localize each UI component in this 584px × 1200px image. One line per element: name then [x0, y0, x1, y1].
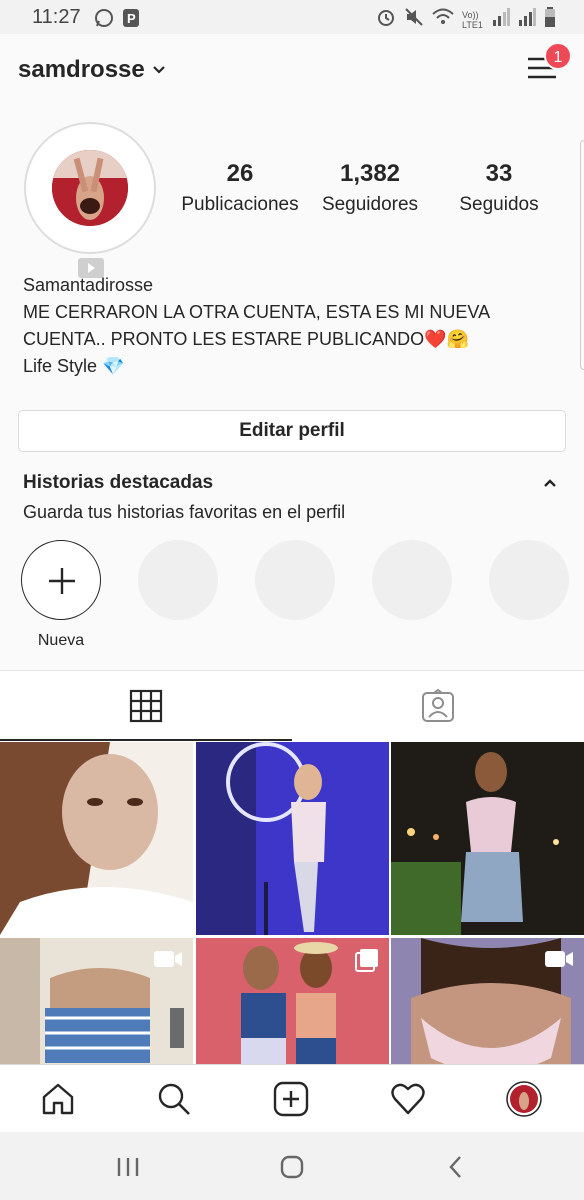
highlights-title: Historias destacadas: [23, 472, 214, 493]
new-highlight-button[interactable]: [21, 540, 101, 620]
status-time: 11:27: [32, 6, 81, 28]
post-tile[interactable]: [196, 742, 389, 935]
home-button[interactable]: [40, 1081, 76, 1117]
heart-icon: [391, 1083, 425, 1115]
avatar[interactable]: [24, 122, 156, 278]
notification-badge: 1: [544, 42, 572, 70]
post-tile[interactable]: [391, 742, 584, 935]
parking-icon: P: [122, 8, 140, 33]
stat-posts[interactable]: 26 Publicaciones: [175, 160, 305, 216]
network-label: Vo)) LTE1: [462, 9, 483, 30]
activity-button[interactable]: [390, 1081, 426, 1117]
new-post-button[interactable]: [273, 1081, 309, 1117]
wifi-icon: [432, 7, 454, 32]
tab-tagged[interactable]: [292, 671, 584, 741]
tagged-person-icon: [422, 689, 454, 722]
bottom-nav: [0, 1064, 584, 1132]
highlight-placeholder: [489, 540, 569, 620]
plus-icon: [49, 568, 75, 594]
back-button[interactable]: [441, 1152, 471, 1182]
chevron-down-icon[interactable]: [152, 62, 166, 80]
signal-icon: [492, 8, 510, 31]
signal-icon-2: [518, 8, 536, 31]
post-photo: [196, 742, 389, 935]
video-icon: [544, 948, 574, 975]
highlight-placeholder: [138, 540, 218, 620]
profile-nav-button[interactable]: [506, 1081, 542, 1117]
chevron-up-icon[interactable]: [542, 476, 558, 494]
video-icon: [153, 948, 183, 975]
whatsapp-icon: [94, 8, 114, 33]
search-icon: [158, 1083, 190, 1115]
recent-apps-icon: [117, 1158, 139, 1176]
recent-apps-button[interactable]: [113, 1152, 143, 1182]
post-photo: [0, 742, 193, 935]
display-name: Samantadirosse: [23, 275, 154, 295]
back-icon: [449, 1156, 461, 1178]
profile-header: samdrosse 1: [0, 34, 584, 104]
highlight-placeholder: [372, 540, 452, 620]
stat-posts-value: 26: [226, 160, 254, 187]
stat-followers[interactable]: 1,382 Seguidores: [305, 160, 435, 216]
active-tab-indicator: [0, 739, 292, 741]
status-bar: 11:27 P Vo)) LTE1: [0, 0, 584, 34]
highlight-placeholder: [255, 540, 335, 620]
post-tile[interactable]: [196, 938, 389, 1064]
carousel-icon: [355, 948, 379, 977]
stat-following-label: Seguidos: [459, 194, 539, 215]
home-circle-icon: [280, 1155, 304, 1179]
post-photo: [391, 742, 584, 935]
post-tile[interactable]: [391, 938, 584, 1064]
post-tile[interactable]: [0, 938, 193, 1064]
mute-icon: [404, 7, 424, 32]
new-highlight-label: Nueva: [37, 632, 85, 649]
avatar-photo: [52, 150, 128, 226]
bio-line: Life Style 💎: [23, 356, 125, 376]
add-post-icon: [273, 1081, 309, 1117]
profile-tabs: [0, 670, 584, 741]
stat-following-value: 33: [485, 160, 513, 187]
scrollbar[interactable]: [580, 140, 584, 370]
post-tile[interactable]: [0, 742, 193, 935]
home-icon: [42, 1083, 74, 1115]
posts-grid: [0, 742, 584, 1064]
edit-profile-button[interactable]: Editar perfil: [18, 410, 566, 452]
stat-followers-label: Seguidores: [321, 194, 419, 215]
stat-posts-label: Publicaciones: [181, 194, 299, 215]
profile-avatar-icon: [506, 1081, 542, 1117]
stat-following[interactable]: 33 Seguidos: [434, 160, 564, 216]
bio-line: ME CERRARON LA OTRA CUENTA, ESTA ES MI N…: [23, 302, 491, 322]
battery-icon: [544, 7, 556, 32]
stat-followers-value: 1,382: [339, 160, 401, 187]
android-nav-bar: [0, 1132, 584, 1200]
android-home-button[interactable]: [277, 1152, 307, 1182]
bio: Samantadirosse ME CERRARON LA OTRA CUENT…: [23, 272, 563, 380]
svg-text:P: P: [127, 11, 136, 26]
highlights-subtitle: Guarda tus historias favoritas en el per…: [23, 502, 346, 522]
grid-icon: [129, 689, 163, 723]
tab-grid[interactable]: [0, 671, 292, 741]
search-button[interactable]: [156, 1081, 192, 1117]
bio-line: CUENTA.. PRONTO LES ESTARE PUBLICANDO❤️🤗: [23, 329, 469, 349]
alarm-icon: [376, 7, 396, 32]
username[interactable]: samdrosse: [18, 56, 145, 84]
profile-section: 26 Publicaciones 1,382 Seguidores 33 Seg…: [0, 104, 584, 670]
